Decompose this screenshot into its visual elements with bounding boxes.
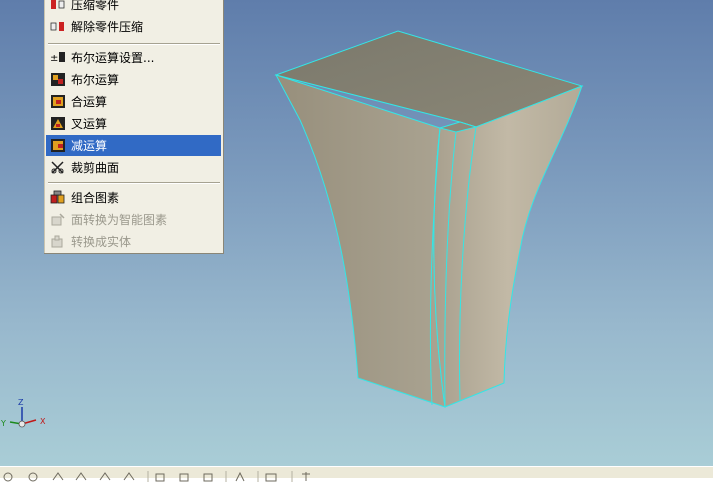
svg-text:±: ± bbox=[50, 53, 58, 64]
menu-item-boolean-settings[interactable]: ± 布尔运算设置... bbox=[46, 47, 221, 68]
x-axis-label: X bbox=[40, 417, 46, 426]
menu-separator bbox=[48, 182, 220, 184]
menu-separator bbox=[48, 43, 220, 45]
menu-item-combine-shapes[interactable]: 组合图素 bbox=[46, 187, 221, 208]
menu-item-label: 布尔运算设置... bbox=[71, 51, 155, 65]
menu-item-label: 面转换为智能图素 bbox=[71, 213, 168, 227]
menu-item-subtract[interactable]: 减运算 bbox=[46, 135, 221, 156]
menu-item-label: 组合图素 bbox=[71, 191, 120, 205]
union-icon bbox=[51, 95, 65, 108]
menu-item-compress-part[interactable]: 压缩零件 bbox=[46, 0, 221, 15]
subtract-icon bbox=[51, 139, 65, 152]
orbit-icon bbox=[3, 472, 13, 482]
menu-item-uncompress-part[interactable]: 解除零件压缩 bbox=[46, 16, 221, 37]
menu-item-trim-surface[interactable]: 裁剪曲面 bbox=[46, 157, 221, 178]
menu-item-label: 布尔运算 bbox=[71, 73, 120, 87]
menu-item-label: 减运算 bbox=[71, 139, 108, 153]
zoom-icon bbox=[52, 472, 64, 481]
pan-icon bbox=[28, 472, 38, 482]
intersect-icon bbox=[51, 117, 65, 130]
light-icon bbox=[235, 471, 245, 482]
menu-item-union[interactable]: 合运算 bbox=[46, 91, 221, 112]
z-axis-label: Z bbox=[18, 398, 24, 407]
menu-item-convert-to-solid: 转换成实体 bbox=[46, 231, 221, 252]
boolean-operation-icon bbox=[51, 73, 65, 86]
menu-item-boolean-operation[interactable]: 布尔运算 bbox=[46, 69, 221, 90]
combine-shapes-icon bbox=[50, 190, 65, 204]
solid-model[interactable] bbox=[274, 30, 584, 408]
menu-item-label: 合运算 bbox=[71, 95, 108, 109]
left-face bbox=[274, 74, 446, 408]
zoom-window-icon bbox=[75, 472, 87, 481]
axis-triad: Z X Y bbox=[0, 398, 46, 428]
compress-part-icon bbox=[51, 0, 65, 9]
view-icon bbox=[123, 472, 135, 481]
bottom-toolbar bbox=[0, 466, 713, 482]
fit-view-icon bbox=[99, 472, 111, 481]
menu-item-intersect[interactable]: 叉运算 bbox=[46, 113, 221, 134]
uncompress-part-icon bbox=[50, 22, 64, 31]
y-axis-label: Y bbox=[0, 419, 6, 428]
menu-item-label: 解除零件压缩 bbox=[71, 20, 144, 34]
3d-viewport[interactable]: Z X Y 压缩零件 解除零件压缩 ± 布尔运算设置... 布尔运算 合运算 叉… bbox=[0, 0, 713, 466]
trim-surface-icon bbox=[51, 161, 64, 174]
boolean-settings-icon: ± bbox=[50, 52, 65, 64]
toolbar-icons bbox=[3, 471, 310, 482]
menu-item-label: 压缩零件 bbox=[71, 0, 120, 12]
menu-item-label: 转换成实体 bbox=[71, 235, 132, 249]
face-to-smart-shape-icon bbox=[51, 213, 65, 226]
convert-to-solid-icon bbox=[51, 235, 63, 248]
grid-icon bbox=[302, 472, 310, 481]
menu-item-label: 叉运算 bbox=[71, 117, 108, 131]
menu-item-label: 裁剪曲面 bbox=[71, 161, 120, 175]
context-menu: 压缩零件 解除零件压缩 ± 布尔运算设置... 布尔运算 合运算 叉运算 减运算… bbox=[44, 0, 224, 254]
menu-item-face-to-smart-shape: 面转换为智能图素 bbox=[46, 209, 221, 230]
